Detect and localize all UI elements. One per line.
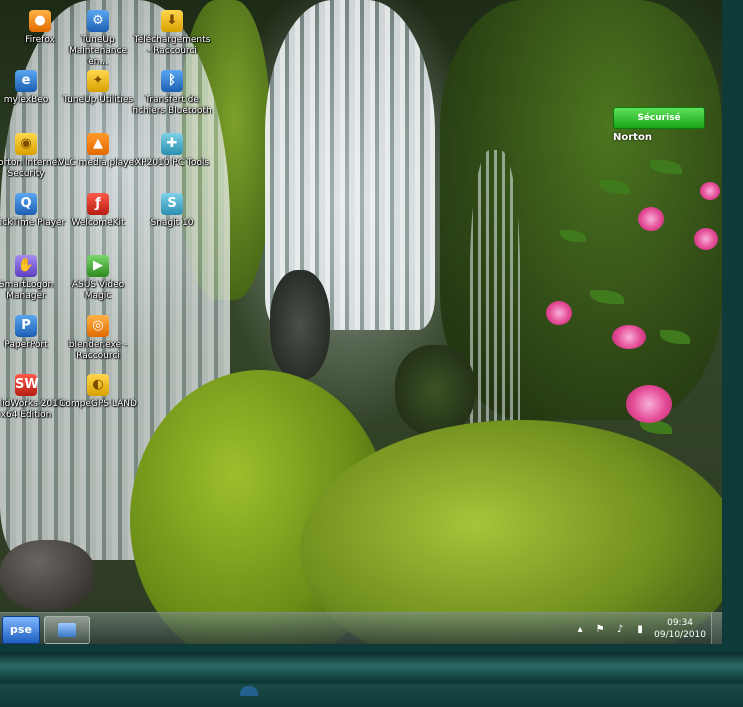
quicktime-icon: Q	[15, 193, 37, 215]
icon-label: blender.exe - Raccourci	[68, 340, 128, 361]
icon-label: mylexBeo	[3, 95, 49, 105]
desktop-icon-xp-tools[interactable]: ✚ XP2010 PC Tools	[132, 133, 212, 169]
norton-brand: Norton	[613, 132, 652, 143]
wallpaper-flower	[694, 228, 718, 250]
desktop-icon-compegps[interactable]: ◐ CompeGPS LAND	[58, 374, 138, 410]
vlc-cone-icon: ▲	[87, 133, 109, 155]
desktop-icon-welcomekit[interactable]: ƒ WelcomeKit	[58, 193, 138, 229]
desktop-icon-blender[interactable]: ◎ blender.exe - Raccourci	[58, 315, 138, 362]
frame-bottom-window	[0, 684, 743, 707]
desktop-icon-smartlogon[interactable]: ✋ SmartLogon Manager	[0, 255, 66, 302]
desktop-icon-snagit[interactable]: S Snagit 10	[132, 193, 212, 229]
desktop-icon-norton-internet-security[interactable]: ◉ Norton Internet Security	[0, 133, 66, 180]
ghost-logo	[240, 686, 258, 696]
wallpaper-rock	[270, 270, 330, 380]
desktop-icon-tuneup-utilities[interactable]: ✦ TuneUp Utilities	[58, 70, 138, 106]
icon-label: VLC media player	[58, 158, 138, 168]
show-desktop-button[interactable]	[711, 613, 722, 644]
icon-label: Téléchargements - Raccourci	[133, 35, 211, 56]
desktop-icon-downloads[interactable]: ⬇ Téléchargements - Raccourci	[132, 10, 212, 57]
icon-label: SolidWorks 2010 x64 Edition	[0, 399, 64, 420]
asus-video-icon: ▶	[87, 255, 109, 277]
icon-label: Norton Internet Security	[0, 158, 61, 179]
wallpaper-flower	[626, 385, 672, 423]
smartlogon-icon: ✋	[15, 255, 37, 277]
taskbar: pse ▴ ⚑ ♪ ▮ 09:34 09/10/2010	[0, 612, 722, 644]
wallpaper-flower	[638, 207, 664, 231]
norton-globe-icon: ◉	[15, 133, 37, 155]
solidworks-icon: SW	[15, 374, 39, 396]
clock-date: 09/10/2010	[654, 630, 706, 640]
desktop-icon-asus-video-magic[interactable]: ▶ ASUS Video Magic	[58, 255, 138, 302]
desktop-icon-quicktime[interactable]: Q QuickTime Player	[0, 193, 66, 229]
frame-band	[0, 652, 743, 682]
snagit-icon: S	[161, 193, 183, 215]
icon-label: TuneUp Utilities	[62, 95, 134, 105]
tuneup-maintenance-icon: ⚙	[87, 10, 109, 32]
compegps-icon: ◐	[87, 374, 109, 396]
bluetooth-icon: ᛒ	[161, 70, 183, 92]
app-window-icon	[58, 623, 76, 637]
xp-tools-icon: ✚	[161, 133, 183, 155]
wallpaper-rock	[395, 345, 475, 435]
volume-icon[interactable]: ♪	[614, 624, 626, 635]
desktop-icon-mylexbeo[interactable]: e mylexBeo	[0, 70, 66, 106]
flag-icon[interactable]: ⚑	[594, 624, 606, 635]
icon-label: PaperPort	[4, 340, 48, 350]
icon-label: Transfert de fichiers Bluetooth	[132, 95, 212, 116]
desktop-icon-tuneup-maintenance[interactable]: ⚙ TuneUp Maintenance en...	[58, 10, 138, 68]
downloads-folder-icon: ⬇	[161, 10, 183, 32]
desktop-icon-paperport[interactable]: P PaperPort	[0, 315, 66, 351]
icon-label: ASUS Video Magic	[71, 280, 125, 301]
icon-label: XP2010 PC Tools	[134, 158, 210, 168]
wallpaper-waterfall-right	[470, 150, 520, 450]
paperport-icon: P	[15, 315, 37, 337]
show-hidden-icons-icon[interactable]: ▴	[574, 624, 586, 635]
icon-label: QuickTime Player	[0, 218, 66, 228]
tuneup-utilities-icon: ✦	[87, 70, 109, 92]
desktop-icon-vlc[interactable]: ▲ VLC media player	[58, 133, 138, 169]
wallpaper-flower	[612, 325, 646, 349]
wallpaper-flower	[546, 301, 572, 325]
desktop-screen: ● Firefox ⚙ TuneUp Maintenance en... ⬇ T…	[0, 0, 722, 644]
desktop-icon-solidworks[interactable]: SW SolidWorks 2010 x64 Edition	[0, 374, 66, 421]
desktop-icon-bluetooth-transfer[interactable]: ᛒ Transfert de fichiers Bluetooth	[132, 70, 212, 117]
icon-label: SmartLogon Manager	[0, 280, 54, 301]
power-icon[interactable]: ▮	[634, 624, 646, 635]
norton-gadget[interactable]: Sécurisé Norton	[613, 107, 705, 149]
blender-icon: ◎	[87, 315, 109, 337]
icon-label: WelcomeKit	[71, 218, 125, 228]
system-tray: ▴ ⚑ ♪ ▮ 09:34 09/10/2010	[574, 613, 706, 644]
wallpaper-flower	[700, 182, 720, 200]
icon-label: TuneUp Maintenance en...	[69, 35, 127, 67]
start-button[interactable]: pse	[2, 616, 40, 644]
firefox-icon: ●	[29, 10, 51, 32]
clock-time: 09:34	[667, 618, 694, 628]
icon-label: CompeGPS LAND	[59, 399, 137, 409]
norton-status-badge[interactable]: Sécurisé	[613, 107, 705, 129]
icon-label: Snagit 10	[150, 218, 194, 228]
ie-icon: e	[15, 70, 37, 92]
icon-label: Firefox	[25, 35, 55, 45]
wallpaper-rock	[0, 540, 95, 610]
flash-icon: ƒ	[87, 193, 109, 215]
taskbar-app-button[interactable]	[44, 616, 90, 644]
clock[interactable]: 09:34 09/10/2010	[654, 617, 706, 641]
